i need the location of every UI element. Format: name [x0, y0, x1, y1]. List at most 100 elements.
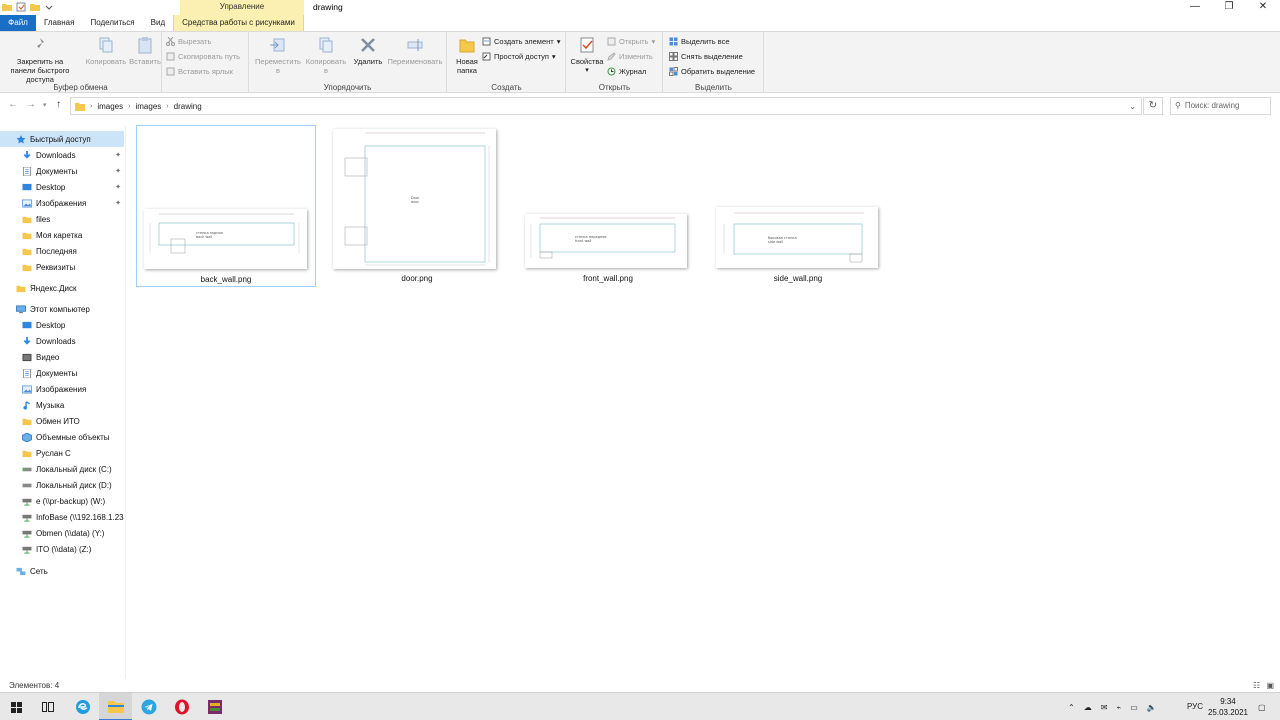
- nav-yandex-disk[interactable]: Яндекс.Диск: [0, 280, 124, 296]
- rename-button[interactable]: Переименовать: [385, 36, 445, 66]
- usb-icon[interactable]: ⌁: [1116, 703, 1121, 712]
- nav-pc-obmen-ito[interactable]: Обмен ИТО: [0, 413, 124, 429]
- nav-pc-ruslan[interactable]: Руслан С: [0, 445, 124, 461]
- breadcrumb-images-1[interactable]: images: [97, 102, 123, 111]
- nav-poslednyaya[interactable]: Последняя: [0, 243, 124, 259]
- nav-files[interactable]: files: [0, 211, 124, 227]
- taskbar-explorer[interactable]: [99, 693, 132, 720]
- delete-button[interactable]: Удалить: [349, 36, 387, 66]
- nav-quick-access[interactable]: Быстрый доступ: [0, 131, 124, 147]
- nav-rekvizity[interactable]: Реквизиты: [0, 259, 124, 275]
- chevron-up-icon[interactable]: ⌃: [1068, 703, 1075, 712]
- nav-desktop[interactable]: Desktop ✦: [0, 179, 124, 195]
- maximize-button[interactable]: ❐: [1212, 0, 1246, 15]
- nav-pc-documents[interactable]: Документы: [0, 365, 124, 381]
- paste-shortcut-button[interactable]: Вставить ярлык: [166, 67, 233, 76]
- file-tile-side-wall[interactable]: боковая стенка side wall side_wall.png: [708, 125, 888, 287]
- minimize-button[interactable]: —: [1178, 0, 1212, 15]
- pin-quick-access-button[interactable]: Закрепить на панели быстрого доступа: [4, 36, 76, 84]
- chevron-right-icon: ›: [166, 102, 169, 110]
- taskbar-winrar[interactable]: [198, 693, 231, 720]
- easy-access-button[interactable]: Простой доступ ▾: [482, 52, 556, 61]
- nav-pc-music[interactable]: Музыка: [0, 397, 124, 413]
- delete-label: Удалить: [353, 57, 383, 66]
- taskbar-telegram[interactable]: [132, 693, 165, 720]
- new-item-button[interactable]: Создать элемент ▾: [482, 37, 560, 46]
- nav-pc-drive-c[interactable]: Локальный диск (C:): [0, 461, 124, 477]
- network-tray-icon[interactable]: ▭: [1130, 703, 1138, 712]
- new-folder-button[interactable]: Новая папка: [450, 36, 484, 75]
- tiles-view-icon[interactable]: ▣: [1266, 681, 1274, 690]
- start-button[interactable]: [0, 693, 33, 720]
- address-bar[interactable]: › images › images › drawing ⌄: [70, 97, 1142, 115]
- forward-arrow-icon[interactable]: →: [26, 99, 36, 110]
- copy-button[interactable]: Копировать: [84, 36, 128, 66]
- chevron-down-icon[interactable]: [44, 2, 54, 12]
- properties-icon[interactable]: [16, 2, 26, 12]
- back-arrow-icon[interactable]: ←: [8, 99, 18, 110]
- folder-icon: [22, 216, 32, 223]
- tab-share[interactable]: Поделиться: [82, 15, 142, 31]
- open-button[interactable]: Открыть ▾: [607, 37, 655, 46]
- nav-pc-network-infobase[interactable]: InfoBase (\\192.168.1.230): [0, 509, 124, 525]
- nav-moya-karetka[interactable]: Моя каретка: [0, 227, 124, 243]
- paste-button[interactable]: Вставить: [126, 36, 164, 66]
- up-arrow-icon[interactable]: ↑: [56, 99, 61, 110]
- tab-view[interactable]: Вид: [143, 15, 173, 31]
- nav-pc-network-w[interactable]: e (\\pr-backup) (W:): [0, 493, 124, 509]
- file-tile-door[interactable]: Door door door.png: [327, 125, 507, 287]
- details-view-icon[interactable]: ☷: [1253, 681, 1260, 690]
- tab-file[interactable]: Файл: [0, 15, 36, 31]
- breadcrumb-drawing[interactable]: drawing: [174, 102, 202, 111]
- sync-icon[interactable]: ☁: [1084, 703, 1092, 712]
- edit-button[interactable]: Изменить: [607, 52, 653, 61]
- document-icon: [22, 368, 32, 378]
- move-to-button[interactable]: Переместить в: [253, 36, 303, 75]
- nav-pc-network-y[interactable]: Obmen (\\data) (Y:): [0, 525, 124, 541]
- properties-button[interactable]: Свойства ▾: [569, 36, 605, 75]
- copy-to-button[interactable]: Копировать в: [303, 36, 349, 75]
- nav-documents[interactable]: Документы ✦: [0, 163, 124, 179]
- search-input[interactable]: ⚲ Поиск: drawing: [1170, 97, 1271, 115]
- chevron-down-icon[interactable]: ⌄: [1129, 102, 1136, 111]
- nav-pc-network-z[interactable]: ITO (\\data) (Z:): [0, 541, 124, 557]
- mail-icon[interactable]: ✉: [1101, 703, 1108, 712]
- cut-button[interactable]: Вырезать: [166, 37, 211, 46]
- nav-pictures[interactable]: Изображения ✦: [0, 195, 124, 211]
- paste-shortcut-label: Вставить ярлык: [178, 67, 233, 76]
- file-tile-front-wall[interactable]: стенка передняя front wall front_wall.pn…: [518, 125, 698, 287]
- pin-icon: ✦: [115, 168, 121, 175]
- language-indicator[interactable]: РУС: [1187, 702, 1203, 711]
- taskbar-edge[interactable]: [66, 693, 99, 720]
- clock[interactable]: 9:34 25.03.2021: [1208, 696, 1248, 718]
- nav-network[interactable]: Сеть: [0, 563, 124, 579]
- tab-home[interactable]: Главная: [36, 15, 82, 31]
- new-folder-icon[interactable]: [30, 2, 40, 12]
- file-tile-back-wall[interactable]: стенка задняя back wall back_wall.png: [136, 125, 316, 287]
- tab-picture-tools[interactable]: Средства работы с рисунками: [173, 15, 304, 31]
- nav-pc-downloads[interactable]: Downloads: [0, 333, 124, 349]
- nav-pc-pictures[interactable]: Изображения: [0, 381, 124, 397]
- nav-label: Видео: [36, 352, 60, 362]
- history-button[interactable]: Журнал: [607, 67, 646, 76]
- nav-pc-video[interactable]: Видео: [0, 349, 124, 365]
- copy-path-button[interactable]: Скопировать путь: [166, 52, 240, 61]
- refresh-button[interactable]: ↻: [1143, 97, 1163, 115]
- nav-label: Изображения: [36, 384, 87, 394]
- nav-pc-3d-objects[interactable]: Объемные объекты: [0, 429, 124, 445]
- select-all-button[interactable]: Выделить все: [669, 37, 730, 46]
- close-button[interactable]: ✕: [1246, 0, 1280, 15]
- task-view-button[interactable]: [31, 693, 64, 720]
- download-icon: [23, 336, 31, 345]
- notifications-button[interactable]: ▢: [1258, 693, 1266, 720]
- volume-icon[interactable]: 🔈: [1147, 703, 1157, 712]
- recent-chevron-icon[interactable]: ▾: [43, 101, 47, 109]
- nav-pc-drive-d[interactable]: Локальный диск (D:): [0, 477, 124, 493]
- breadcrumb-images-2[interactable]: images: [135, 102, 161, 111]
- nav-this-pc[interactable]: Этот компьютер: [0, 301, 124, 317]
- nav-pc-desktop[interactable]: Desktop: [0, 317, 124, 333]
- nav-downloads[interactable]: Downloads ✦: [0, 147, 124, 163]
- invert-selection-button[interactable]: Обратить выделение: [669, 67, 755, 76]
- taskbar-opera[interactable]: [165, 693, 198, 720]
- select-none-button[interactable]: Снять выделение: [669, 52, 743, 61]
